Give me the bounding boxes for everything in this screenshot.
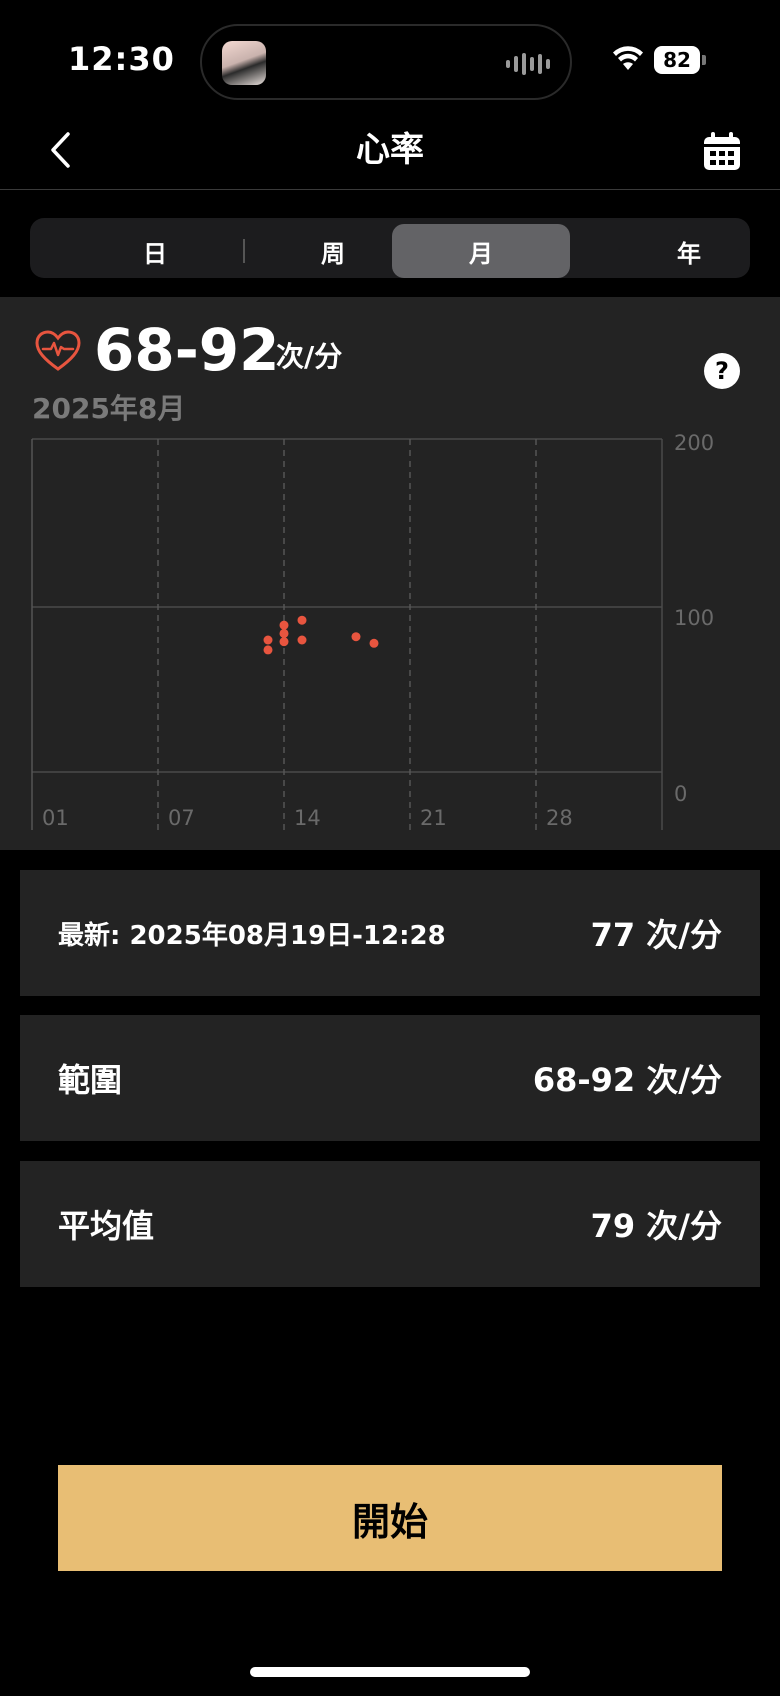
- page-title: 心率: [356, 130, 424, 170]
- status-time: 12:30: [68, 40, 175, 78]
- start-button[interactable]: 開始: [58, 1465, 722, 1571]
- calendar-icon[interactable]: [700, 130, 744, 174]
- y-tick-label: 200: [674, 431, 714, 455]
- average-label: 平均值: [58, 1207, 155, 1245]
- range-value: 68-92 次/分: [532, 1061, 722, 1099]
- range-card: 範圍 68-92 次/分: [20, 1015, 760, 1141]
- data-point: [279, 628, 289, 638]
- data-point: [263, 635, 273, 645]
- now-playing-artwork: [222, 41, 266, 85]
- tab-month[interactable]: 月: [392, 224, 570, 278]
- dynamic-island[interactable]: [200, 24, 572, 100]
- status-bar: 12:30 82: [0, 0, 780, 110]
- average-value: 79 次/分: [590, 1207, 722, 1245]
- y-tick-label: 100: [674, 606, 714, 630]
- home-indicator[interactable]: [250, 1667, 530, 1677]
- period-segmented-control: 日 周 月 年: [30, 218, 750, 278]
- tab-year[interactable]: 年: [600, 224, 778, 278]
- x-tick-label: 21: [420, 806, 447, 830]
- heart-rate-range: 68-92: [94, 316, 280, 384]
- data-point: [279, 620, 289, 630]
- help-icon[interactable]: ?: [704, 353, 740, 389]
- latest-value: 77 次/分: [590, 916, 722, 954]
- heart-rate-icon: [35, 330, 81, 371]
- battery-tip: [702, 55, 706, 65]
- range-label: 範圍: [58, 1061, 123, 1099]
- latest-label: 最新: 2025年08月19日-12:28: [58, 920, 446, 951]
- x-tick-label: 28: [546, 806, 573, 830]
- data-point: [297, 635, 307, 645]
- battery-level: 82: [663, 48, 691, 72]
- battery-icon: 82: [654, 46, 700, 74]
- wifi-icon: [613, 46, 643, 70]
- tab-day[interactable]: 日: [66, 224, 244, 278]
- navigation-bar: 心率: [0, 110, 780, 190]
- audio-wave-icon: [506, 50, 550, 78]
- data-point: [297, 615, 307, 625]
- data-point: [351, 632, 361, 642]
- x-tick-label: 01: [42, 806, 69, 830]
- x-tick-label: 14: [294, 806, 321, 830]
- heart-rate-chart-panel: 01 07 14 21 28 200 100 0 68-92 次/分 ? 2025年8月: [0, 297, 780, 850]
- average-card: 平均值 79 次/分: [20, 1161, 760, 1287]
- latest-card: 最新: 2025年08月19日-12:28 77 次/分: [20, 870, 760, 996]
- data-point: [263, 645, 273, 655]
- y-tick-label: 0: [674, 782, 687, 806]
- period-label: 2025年8月: [32, 392, 186, 425]
- data-point: [279, 637, 289, 647]
- heart-rate-unit: 次/分: [276, 340, 343, 373]
- x-tick-label: 07: [168, 806, 195, 830]
- data-point: [369, 638, 379, 648]
